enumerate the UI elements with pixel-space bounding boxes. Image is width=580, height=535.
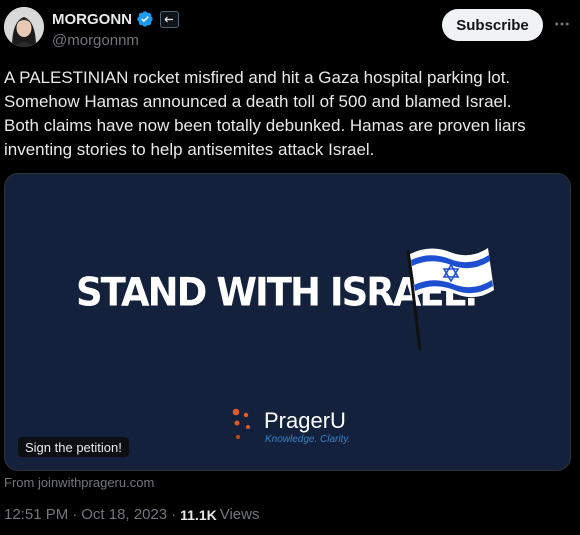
brand-name: PragerU (264, 408, 346, 433)
petition-badge[interactable]: Sign the petition! (18, 437, 129, 457)
meta-separator: · (72, 506, 78, 523)
israel-flag-icon (406, 248, 494, 351)
subscribe-button[interactable]: Subscribe (442, 9, 543, 41)
avatar-image (4, 7, 44, 47)
author-display-name[interactable]: MORGONN (52, 11, 132, 28)
author-avatar[interactable] (4, 7, 44, 47)
prageru-logo-icon (232, 408, 250, 439)
views-count: 11.1K (180, 506, 217, 523)
card-source-link[interactable]: From joinwithprageru.com (4, 475, 154, 490)
meta-separator: · (171, 506, 177, 523)
brand-tagline: Knowledge. Clarity. (265, 434, 351, 445)
tweet-text: A PALESTINIAN rocket misfired and hit a … (4, 68, 526, 159)
affiliation-badge-icon[interactable] (160, 10, 179, 28)
author-handle[interactable]: @morgonnm (52, 32, 139, 49)
more-options-icon[interactable] (552, 14, 572, 34)
tweet-time[interactable]: 12:51 PM (4, 506, 68, 523)
tweet-meta: 12:51 PM · Oct 18, 2023 · 11.1K Views (4, 506, 259, 523)
views-label: Views (219, 506, 260, 523)
verified-badge-icon (137, 11, 153, 27)
tweet-date[interactable]: Oct 18, 2023 (81, 506, 167, 523)
